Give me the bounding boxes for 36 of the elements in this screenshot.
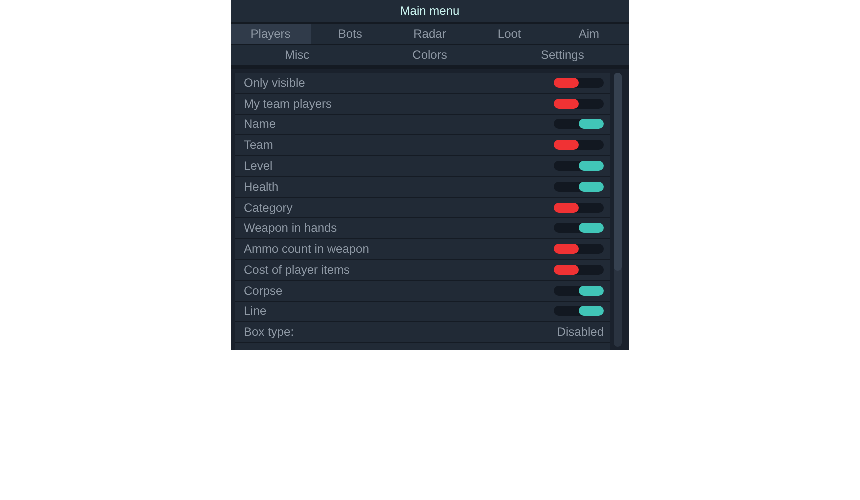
toggle-switch[interactable]	[554, 119, 604, 130]
tab[interactable]: Colors	[364, 45, 496, 65]
toggle-switch[interactable]	[554, 182, 604, 192]
option-label: Weapon in hands	[244, 221, 338, 236]
tab[interactable]: Players	[231, 24, 311, 44]
option-label: Corpse	[244, 284, 283, 298]
tab[interactable]: Aim	[549, 24, 629, 44]
toggle-switch[interactable]	[554, 244, 604, 254]
option-label: Box type:	[244, 325, 294, 340]
window-title: Main menu	[231, 0, 629, 24]
toggle-switch[interactable]	[554, 98, 604, 109]
option-label: Only visible	[244, 76, 306, 90]
option-label: Team	[244, 138, 274, 152]
toggle-switch[interactable]	[554, 264, 604, 275]
scrollbar[interactable]	[614, 73, 622, 347]
toggle-switch[interactable]	[554, 202, 604, 213]
option-label: My team players	[244, 96, 332, 111]
option-label: Name	[244, 117, 276, 132]
tab[interactable]: Settings	[496, 45, 629, 65]
tab[interactable]: Bots	[310, 24, 390, 44]
option-label: Category	[244, 200, 293, 215]
tab[interactable]: Misc	[231, 45, 364, 65]
toggle-switch[interactable]	[554, 223, 604, 234]
tab[interactable]: Loot	[470, 24, 550, 44]
toggle-switch[interactable]	[554, 161, 604, 172]
option-label: Ammo count in weapon	[244, 242, 370, 256]
option-label: Level	[244, 159, 273, 174]
toggle-switch[interactable]	[554, 306, 604, 316]
toggle-switch[interactable]	[554, 78, 604, 88]
dropdown-value[interactable]: Disabled	[557, 325, 604, 340]
tab[interactable]: Radar	[390, 24, 470, 44]
option-label: Cost of player items	[244, 262, 350, 277]
option-label: Health	[244, 180, 279, 194]
option-label: Line	[244, 304, 267, 318]
toggle-switch[interactable]	[554, 286, 604, 296]
toggle-switch[interactable]	[554, 140, 604, 150]
